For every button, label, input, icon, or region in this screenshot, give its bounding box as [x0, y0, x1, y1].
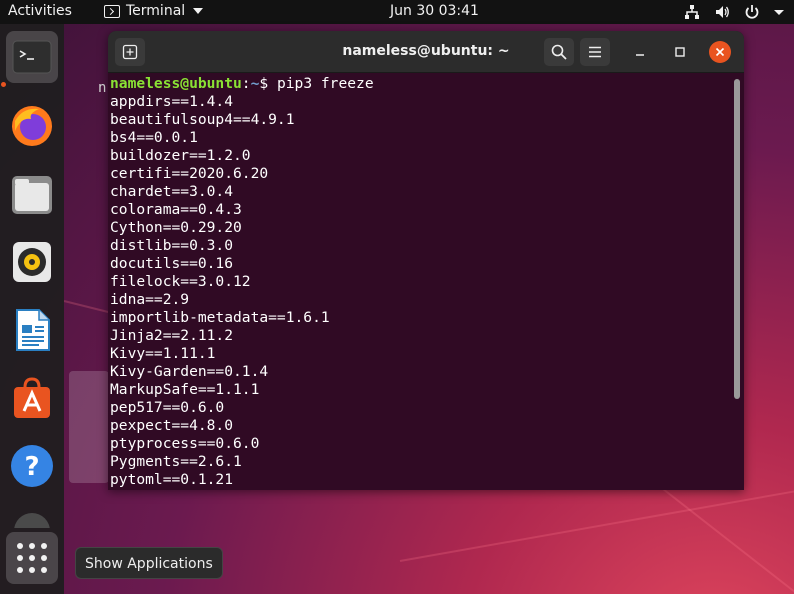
- network-icon: [685, 5, 699, 19]
- output-line: pep517==0.6.0: [110, 399, 225, 416]
- grid-icon: [17, 543, 47, 573]
- app-menu-label: Terminal: [126, 3, 186, 19]
- dock-item-terminal[interactable]: [6, 31, 58, 83]
- disc-icon: [14, 513, 50, 528]
- terminal-window[interactable]: nameless@ubuntu: ~ nameless@ubuntu:~$ pi…: [108, 31, 744, 490]
- dock-item-partial[interactable]: [6, 508, 58, 528]
- dock-item-rhythmbox[interactable]: [6, 236, 58, 288]
- libreoffice-writer-icon: [16, 309, 50, 351]
- power-icon: [745, 5, 759, 19]
- output-line: Pygments==2.6.1: [110, 453, 242, 470]
- volume-icon: [716, 6, 729, 18]
- command-text: pip3 freeze: [276, 75, 374, 92]
- show-applications-tooltip: Show Applications: [75, 547, 223, 579]
- top-bar: Activities Terminal Jun 30 03:41: [0, 0, 794, 24]
- output-line: colorama==0.4.3: [110, 201, 242, 218]
- activities-button[interactable]: Activities: [8, 3, 72, 19]
- output-line: importlib-metadata==1.6.1: [110, 309, 330, 326]
- output-line: beautifulsoup4==4.9.1: [110, 111, 295, 128]
- output-line: Kivy-Garden==0.1.4: [110, 363, 269, 380]
- svg-text:?: ?: [24, 452, 39, 482]
- dock-item-files[interactable]: [6, 168, 58, 220]
- output-line: Jinja2==2.11.2: [110, 327, 234, 344]
- scrollbar[interactable]: [734, 79, 740, 399]
- output-line: idna==2.9: [110, 291, 190, 308]
- output-line: pexpect==4.8.0: [110, 417, 234, 434]
- desktop-icon-label: n: [98, 80, 107, 96]
- chevron-down-icon: [193, 8, 204, 14]
- output-line: chardet==3.0.4: [110, 183, 234, 200]
- maximize-button[interactable]: [669, 41, 691, 63]
- clock[interactable]: Jun 30 03:41: [390, 3, 479, 19]
- firefox-icon: [12, 106, 52, 146]
- desktop-icon-tile[interactable]: [69, 371, 109, 483]
- files-icon: [12, 176, 52, 214]
- close-icon: [715, 47, 725, 57]
- terminal-icon: [12, 40, 52, 74]
- prompt-symbol: $: [259, 75, 277, 92]
- output-line: Kivy==1.11.1: [110, 345, 216, 362]
- prompt-user: nameless@ubuntu: [110, 75, 242, 92]
- output-line: certifi==2020.6.20: [110, 165, 269, 182]
- dock: ?: [0, 24, 64, 594]
- close-button[interactable]: [709, 41, 731, 63]
- system-tray[interactable]: [684, 2, 784, 22]
- prompt-separator: :: [241, 75, 251, 92]
- terminal-output[interactable]: nameless@ubuntu:~$ pip3 freeze appdirs==1…: [110, 75, 730, 490]
- output-line: buildozer==1.2.0: [110, 147, 251, 164]
- help-icon: ?: [11, 445, 53, 487]
- dock-item-help[interactable]: ?: [6, 440, 58, 492]
- search-icon: [551, 44, 567, 60]
- output-line: pytoml==0.1.21: [110, 471, 234, 488]
- minimize-icon: [636, 54, 644, 56]
- output-line: Cython==0.29.20: [110, 219, 242, 236]
- maximize-icon: [675, 47, 685, 57]
- terminal-icon: [104, 4, 120, 18]
- hamburger-icon: [589, 46, 601, 58]
- app-menu[interactable]: Terminal: [104, 3, 204, 19]
- show-applications-button[interactable]: [6, 532, 58, 584]
- menu-button[interactable]: [580, 38, 610, 66]
- minimize-button[interactable]: [629, 41, 651, 63]
- search-button[interactable]: [544, 38, 574, 66]
- output-line: bs4==0.0.1: [110, 129, 198, 146]
- output-line: ptyprocess==0.6.0: [110, 435, 260, 452]
- prompt-line: nameless@ubuntu:~$ pip3 freeze: [110, 75, 730, 93]
- output-line: distlib==0.3.0: [110, 237, 234, 254]
- output-line: MarkupSafe==1.1.1: [110, 381, 260, 398]
- dock-item-software[interactable]: [6, 372, 58, 424]
- ubuntu-software-icon: [14, 377, 50, 418]
- command-output: appdirs==1.4.4 beautifulsoup4==4.9.1 bs4==…: [110, 93, 730, 489]
- output-line: filelock==3.0.12: [110, 273, 251, 290]
- running-indicator: [1, 82, 6, 87]
- output-line: appdirs==1.4.4: [110, 93, 234, 110]
- rhythmbox-icon: [13, 242, 51, 282]
- terminal-headerbar[interactable]: nameless@ubuntu: ~: [108, 31, 744, 73]
- output-line: docutils==0.16: [110, 255, 234, 272]
- menu-caret-icon: [774, 10, 784, 15]
- dock-item-writer[interactable]: [6, 304, 58, 356]
- dock-item-firefox[interactable]: [6, 100, 58, 152]
